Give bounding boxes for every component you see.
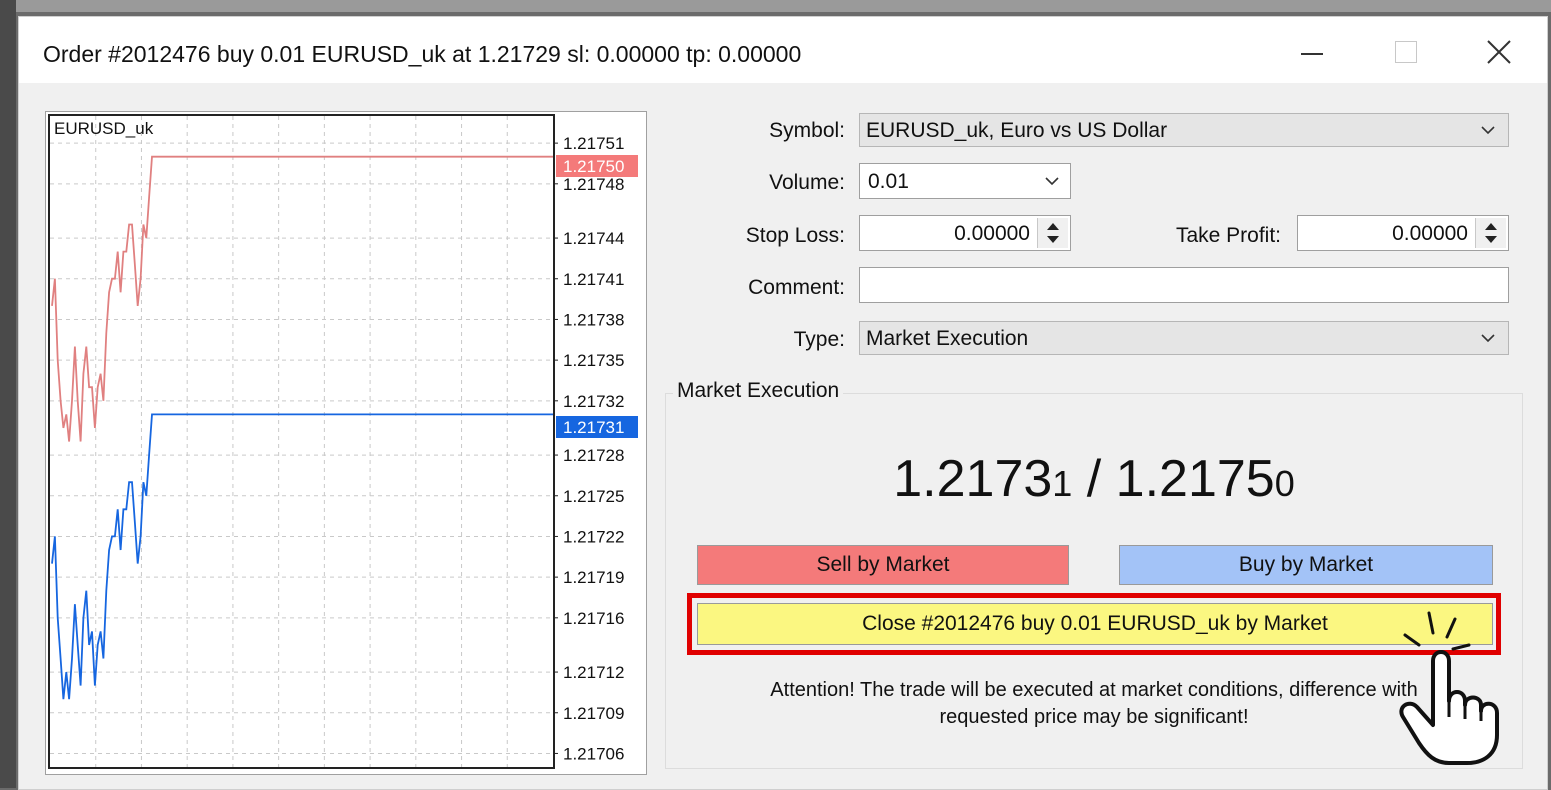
- y-tick-label: 1.21732: [563, 392, 624, 411]
- chart-plot-area: [48, 114, 555, 769]
- backdrop: [0, 0, 1551, 12]
- symbol-select[interactable]: EURUSD_uk, Euro vs US Dollar: [859, 113, 1509, 147]
- volume-select[interactable]: 0.01: [859, 163, 1071, 199]
- close-icon[interactable]: [1469, 31, 1529, 75]
- y-tick-label: 1.21706: [563, 744, 624, 763]
- y-tick-label: 1.21716: [563, 609, 624, 628]
- bid-price-tag-label: 1.21731: [563, 418, 624, 437]
- type-label: Type:: [793, 328, 845, 351]
- y-tick-label: 1.21738: [563, 310, 624, 329]
- price-chart[interactable]: 1.21751 1.21748 1.21744 1.21741 1.21738 1.217…: [45, 111, 647, 775]
- ask-price-tag: 1.21750: [556, 155, 638, 177]
- window-title: Order #2012476 buy 0.01 EURUSD_uk at 1.2…: [43, 41, 802, 67]
- chevron-down-icon: [1044, 170, 1060, 198]
- take-profit-label: Take Profit:: [1175, 224, 1281, 247]
- bid-quote-main: 1.2173: [893, 450, 1053, 508]
- bid-quote: 1.21731: [893, 450, 1072, 508]
- chart-y-axis: 1.21751 1.21748 1.21744 1.21741 1.21738 1.217…: [553, 134, 624, 763]
- chart-canvas: 1.21751 1.21748 1.21744 1.21741 1.21738 1.217…: [48, 114, 638, 769]
- buy-by-market-button[interactable]: Buy by Market: [1119, 545, 1493, 585]
- stop-loss-spinner[interactable]: [1037, 218, 1068, 248]
- y-tick-label: 1.21709: [563, 704, 624, 723]
- bid-quote-pip: 1: [1052, 463, 1073, 504]
- volume-value: 0.01: [868, 170, 909, 193]
- ask-quote-main: 1.2175: [1115, 450, 1275, 508]
- take-profit-input[interactable]: 0.00000: [1297, 215, 1509, 251]
- y-tick-label: 1.21735: [563, 351, 624, 370]
- symbol-value: EURUSD_uk, Euro vs US Dollar: [866, 119, 1168, 142]
- spin-down-icon[interactable]: [1485, 236, 1497, 243]
- stop-loss-input[interactable]: 0.00000: [859, 215, 1071, 251]
- y-tick-label: 1.21728: [563, 446, 624, 465]
- title-bar: Order #2012476 buy 0.01 EURUSD_uk at 1.2…: [19, 17, 1547, 83]
- type-select[interactable]: Market Execution: [859, 321, 1509, 355]
- quote-display: 1.21731 / 1.21750: [665, 449, 1523, 509]
- y-tick-label: 1.21719: [563, 568, 624, 587]
- comment-input[interactable]: [859, 267, 1509, 303]
- order-dialog: Order #2012476 buy 0.01 EURUSD_uk at 1.2…: [18, 16, 1548, 790]
- market-execution-title: Market Execution: [673, 379, 844, 403]
- minimize-icon[interactable]: [1281, 31, 1341, 75]
- maximize-icon[interactable]: [1375, 31, 1435, 75]
- type-value: Market Execution: [866, 327, 1029, 350]
- symbol-label: Symbol:: [769, 119, 845, 142]
- y-tick-label: 1.21741: [563, 270, 624, 289]
- ask-quote-pip: 0: [1274, 463, 1295, 504]
- spin-up-icon[interactable]: [1485, 223, 1497, 230]
- ask-quote: 1.21750: [1116, 450, 1295, 508]
- y-tick-label: 1.21751: [563, 134, 624, 153]
- y-tick-label: 1.21748: [563, 175, 624, 194]
- y-tick-label: 1.21722: [563, 527, 624, 546]
- comment-label: Comment:: [748, 276, 845, 299]
- chevron-down-icon: [1480, 119, 1496, 147]
- bid-price-tag: 1.21731: [556, 416, 638, 438]
- y-tick-label: 1.21712: [563, 663, 624, 682]
- hand-pointer-icon: [1383, 605, 1513, 770]
- spin-down-icon[interactable]: [1047, 236, 1059, 243]
- stop-loss-label: Stop Loss:: [745, 224, 845, 247]
- take-profit-value: 0.00000: [1392, 222, 1468, 245]
- sell-by-market-button[interactable]: Sell by Market: [697, 545, 1069, 585]
- y-tick-label: 1.21725: [563, 487, 624, 506]
- spin-up-icon[interactable]: [1047, 223, 1059, 230]
- volume-label: Volume:: [769, 171, 845, 194]
- backdrop-left: [0, 0, 16, 788]
- y-tick-label: 1.21744: [563, 229, 624, 248]
- quote-separator: /: [1072, 450, 1116, 508]
- chart-symbol-label: EURUSD_uk: [54, 119, 154, 138]
- stop-loss-value: 0.00000: [954, 222, 1030, 245]
- take-profit-spinner[interactable]: [1475, 218, 1506, 248]
- chevron-down-icon: [1480, 327, 1496, 355]
- close-position-button[interactable]: Close #2012476 buy 0.01 EURUSD_uk by Mar…: [697, 603, 1493, 645]
- ask-price-tag-label: 1.21750: [563, 157, 624, 176]
